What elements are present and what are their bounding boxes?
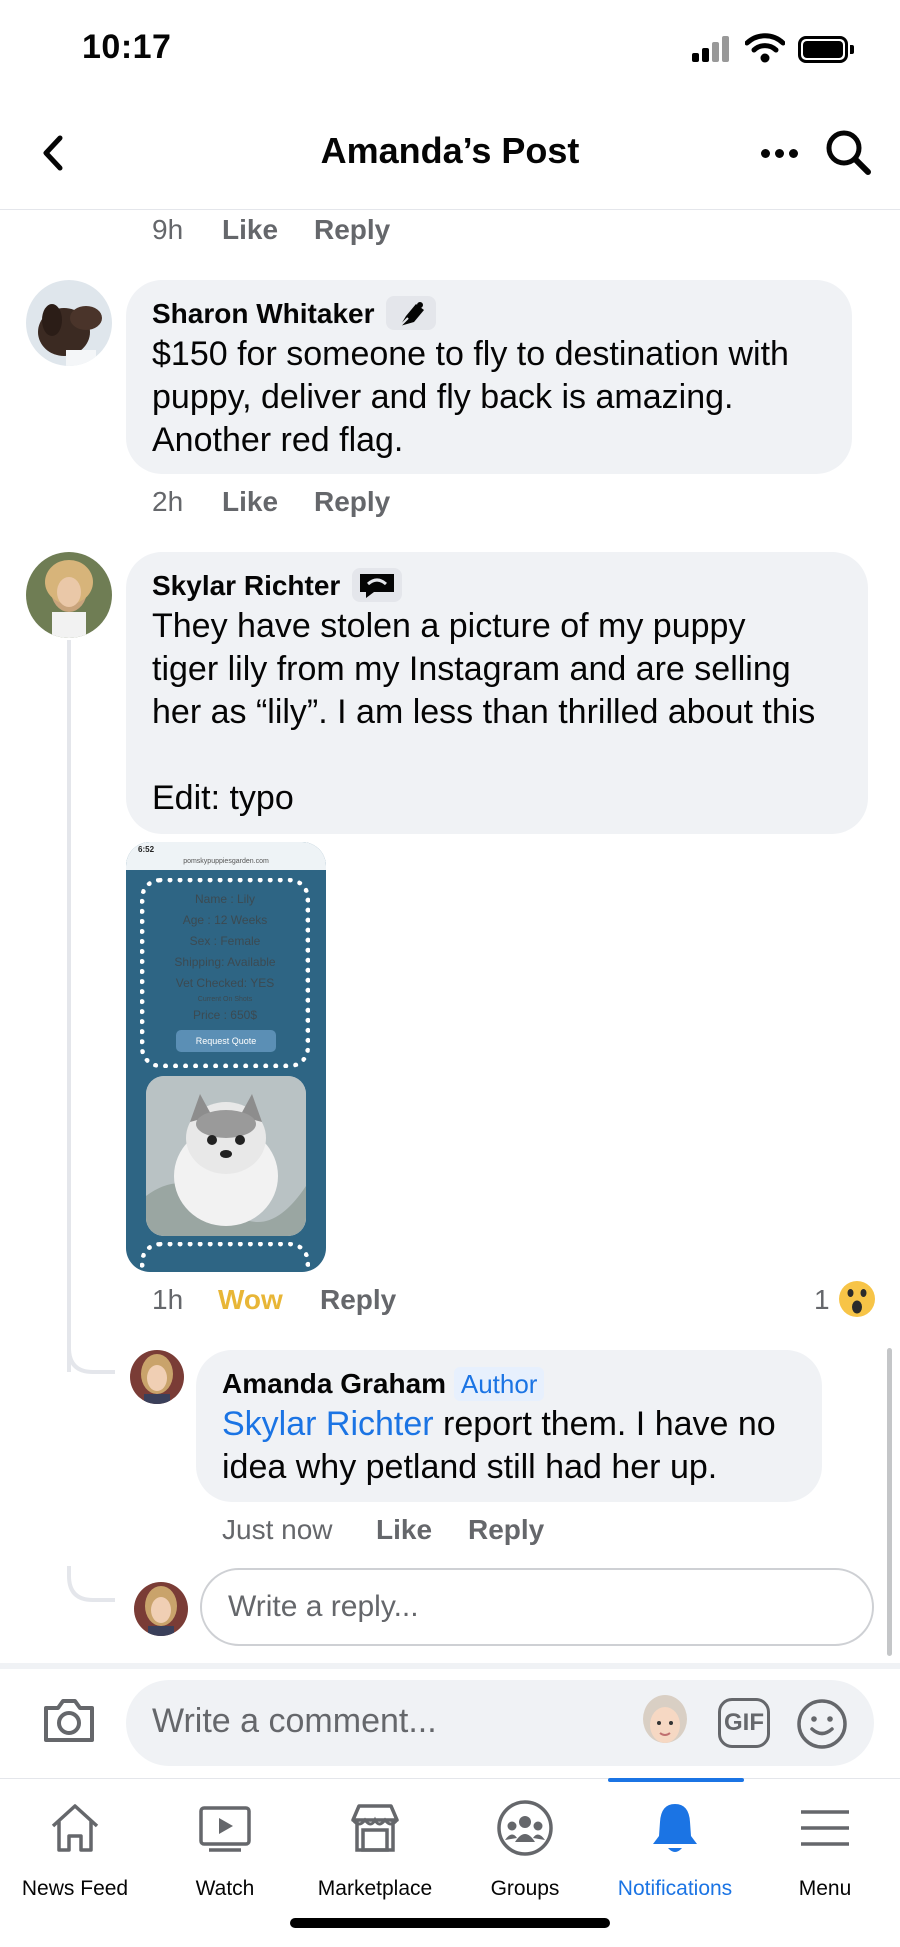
- active-tab-indicator: [608, 1778, 744, 1782]
- tab-notifications[interactable]: Notifications: [600, 1798, 750, 1901]
- home-icon: [51, 1804, 99, 1852]
- comment-timestamp: 2h: [152, 486, 184, 517]
- pen-badge-icon: [386, 296, 436, 330]
- comment-text: They have stolen a picture of my puppy t…: [152, 607, 816, 817]
- image-spec-line: Current On Shots: [197, 996, 253, 1003]
- avatar[interactable]: [26, 552, 112, 638]
- search-icon[interactable]: [822, 126, 874, 178]
- gif-button[interactable]: GIF: [718, 1698, 770, 1748]
- comment-meta: 9h Like Reply: [152, 214, 552, 248]
- watch-icon: [199, 1806, 251, 1852]
- reply-author-name[interactable]: Amanda Graham: [222, 1368, 446, 1399]
- thread-line: [67, 640, 71, 1372]
- battery-icon: [798, 36, 854, 63]
- camera-icon[interactable]: [40, 1692, 98, 1748]
- image-price: Price : 650$: [192, 1008, 258, 1022]
- mention-link[interactable]: Skylar Richter: [222, 1405, 434, 1443]
- marketplace-icon: [351, 1804, 399, 1852]
- avatar-sticker-icon[interactable]: [640, 1695, 690, 1751]
- home-indicator: [290, 1918, 610, 1928]
- image-status-bar: [126, 842, 326, 870]
- image-request-quote: Request Quote: [176, 1030, 276, 1052]
- chat-badge-icon: [352, 568, 402, 602]
- image-spec-line: Shipping: Available: [174, 955, 276, 969]
- comment-author[interactable]: Skylar Richter: [152, 570, 340, 602]
- reaction-count[interactable]: 1: [814, 1284, 830, 1316]
- comment-author[interactable]: Sharon Whitaker: [152, 298, 374, 330]
- reply-input[interactable]: Write a reply...: [200, 1568, 874, 1646]
- reply-meta: Just now Like Reply: [222, 1514, 642, 1548]
- author-badge: Author: [453, 1367, 545, 1401]
- menu-icon: [801, 1810, 849, 1846]
- reply-button[interactable]: Reply: [468, 1514, 544, 1546]
- avatar[interactable]: [130, 1350, 184, 1404]
- image-spec-line: Vet Checked: YES: [175, 976, 275, 990]
- reply-button[interactable]: Reply: [320, 1284, 396, 1316]
- reply-button[interactable]: Reply: [314, 214, 390, 246]
- reply-timestamp: Just now: [222, 1514, 333, 1545]
- image-dotted-frame: [140, 1242, 310, 1272]
- tab-news-feed[interactable]: News Feed: [0, 1798, 150, 1901]
- scrollbar[interactable]: [887, 1348, 892, 1656]
- cellular-signal-icon: [692, 36, 732, 62]
- wifi-icon: [745, 33, 785, 63]
- like-button[interactable]: Like: [222, 486, 278, 518]
- image-url: pomskypuppiesgarden.com: [183, 858, 269, 865]
- divider: [0, 1663, 900, 1669]
- comment-meta: 1h Wow Reply: [152, 1284, 552, 1318]
- image-spec-line: Sex : Female: [189, 934, 261, 948]
- more-options-icon[interactable]: [754, 132, 804, 172]
- avatar[interactable]: [26, 280, 112, 366]
- puppy-photo: [146, 1076, 306, 1236]
- status-time: 10:17: [82, 28, 172, 66]
- thread-connector: [67, 1330, 115, 1374]
- wow-emoji-icon[interactable]: [838, 1280, 876, 1318]
- comment-text: $150 for someone to fly to destination w…: [152, 335, 789, 459]
- like-button[interactable]: Like: [376, 1514, 432, 1546]
- bell-icon: [653, 1804, 697, 1852]
- tab-menu[interactable]: Menu: [750, 1798, 900, 1901]
- comment-timestamp: 1h: [152, 1284, 184, 1315]
- thread-connector: [67, 1566, 115, 1602]
- image-status-time: 6:52: [138, 845, 155, 854]
- tab-marketplace[interactable]: Marketplace: [300, 1798, 450, 1901]
- reply-author: Amanda Graham Author: [222, 1367, 545, 1401]
- comment-timestamp: 9h: [152, 214, 184, 245]
- reply-button[interactable]: Reply: [314, 486, 390, 518]
- tab-watch[interactable]: Watch: [150, 1798, 300, 1901]
- groups-icon: [497, 1800, 553, 1856]
- image-spec-line: Age : 12 Weeks: [182, 913, 268, 927]
- reply-text: Skylar Richter report them. I have no id…: [222, 1405, 776, 1486]
- image-spec-line: Name : Lily: [194, 892, 256, 906]
- comment-meta: 2h Like Reply: [152, 486, 552, 520]
- emoji-icon[interactable]: [796, 1698, 848, 1750]
- wow-reaction-button[interactable]: Wow: [218, 1284, 283, 1316]
- comment-image-attachment[interactable]: 6:52 pomskypuppiesgarden.com Name : Lily…: [126, 842, 326, 1272]
- tab-groups[interactable]: Groups: [450, 1798, 600, 1901]
- like-button[interactable]: Like: [222, 214, 278, 246]
- avatar: [134, 1582, 188, 1636]
